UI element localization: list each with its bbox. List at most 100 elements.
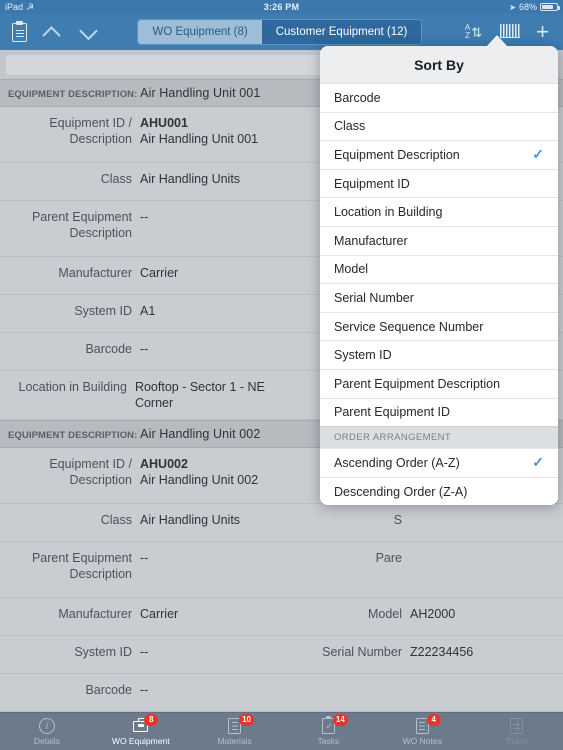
row-value: AHU002 Air Handling Unit 002 [140, 456, 258, 488]
table-icon [509, 717, 523, 735]
row-label: Parent Equipment Description [0, 550, 140, 582]
plus-icon[interactable]: + [532, 21, 553, 43]
row-value: -- [140, 210, 149, 224]
tab-label: WO Notes [402, 736, 442, 746]
table-row[interactable]: Class Air Handling Units S [0, 504, 563, 542]
sort-option-label: Parent Equipment Description [334, 376, 501, 391]
sort-option-serial-number[interactable]: Serial Number [320, 283, 558, 312]
row-value: Rooftop - Sector 1 - NE Corner [134, 380, 265, 410]
navigation-bar: WO Equipment (8) Customer Equipment (12)… [0, 14, 563, 50]
clipboard-check-icon: 14 [321, 714, 348, 735]
row-label: Manufacturer [58, 607, 132, 621]
table-row[interactable]: Barcode -- [0, 674, 563, 712]
order-option-label: Descending Order (Z-A) [334, 484, 468, 499]
sort-option-barcode[interactable]: Barcode [320, 83, 558, 112]
row-value: Air Handling Units [140, 513, 241, 527]
row-label: Parent Equipment Description [0, 209, 140, 241]
row-value: -- [140, 645, 149, 659]
row-right-cell: S [300, 512, 563, 528]
row-label-truncated: Pare [375, 551, 402, 565]
row-label-line2: Description [69, 226, 132, 240]
row-right-cell: Serial Number Z22234456 [300, 644, 563, 660]
tab-wo-notes[interactable]: 4 WO Notes [375, 713, 469, 750]
row-label: Equipment ID / Description [0, 456, 140, 488]
row-right-cell: Pare [300, 550, 563, 566]
row-label: Serial Number [322, 645, 402, 659]
tab-badge: 10 [239, 714, 254, 726]
chevron-up-icon[interactable] [42, 25, 61, 45]
sort-az-icon[interactable]: A Z ⇅ [459, 22, 488, 42]
group-header-label: EQUIPMENT DESCRIPTION: [8, 430, 138, 441]
row-left-cell: Location in Building Rooftop - Sector 1 … [0, 379, 300, 411]
row-label-truncated: S [393, 513, 402, 527]
row-left-cell: Manufacturer Carrier [0, 606, 300, 622]
sort-option-system-id[interactable]: System ID [320, 340, 558, 369]
row-value: A1 [140, 304, 156, 318]
table-row[interactable]: Parent Equipment Description -- Pare [0, 542, 563, 598]
tab-badge: 14 [332, 714, 348, 726]
sort-option-label: Serial Number [334, 290, 414, 305]
row-value: Air Handling Units [140, 172, 241, 186]
sort-option-manufacturer[interactable]: Manufacturer [320, 225, 558, 255]
row-left-cell: Equipment ID / Description AHU002 Air Ha… [0, 456, 300, 488]
group-header-label: EQUIPMENT DESCRIPTION: [8, 89, 138, 100]
location-arrow-icon: ➤ [509, 2, 516, 12]
clipboard-icon[interactable] [12, 20, 27, 42]
tab-wo-equipment[interactable]: 8 WO Equipment [94, 713, 188, 750]
sort-option-equipment-description[interactable]: Equipment Description ✓ [320, 140, 558, 169]
row-value-line2: Air Handling Unit 002 [140, 473, 259, 487]
row-label: System ID [74, 645, 132, 659]
sort-option-equipment-id[interactable]: Equipment ID [320, 168, 558, 198]
segment-wo-equipment[interactable]: WO Equipment (8) [138, 20, 262, 44]
row-value: AH2000 [410, 607, 456, 621]
popover-arrow [486, 35, 508, 47]
sort-option-label: Manufacturer [334, 233, 408, 248]
chevron-down-icon[interactable] [79, 21, 98, 40]
sort-option-class[interactable]: Class [320, 111, 558, 141]
sort-arrows-icon: ⇅ [471, 24, 483, 40]
row-label-line2: Description [69, 132, 132, 146]
tab-tasks[interactable]: 14 Tasks [281, 713, 375, 750]
tab-details[interactable]: i Details [0, 713, 94, 750]
row-left-cell: Parent Equipment Description -- [0, 209, 300, 241]
row-label: Equipment ID / Description [0, 115, 140, 147]
row-right-cell: Model AH2000 [300, 606, 563, 622]
order-option-label: Ascending Order (A-Z) [334, 455, 460, 470]
sort-option-model[interactable]: Model [320, 254, 558, 284]
sort-option-parent-equipment-description[interactable]: Parent Equipment Description [320, 368, 558, 398]
sort-option-service-sequence-number[interactable]: Service Sequence Number [320, 311, 558, 341]
checkmark-icon: ✓ [532, 454, 544, 471]
row-label-line1: Parent Equipment [31, 210, 132, 224]
row-label: System ID [74, 304, 132, 318]
row-value-line1: AHU002 [140, 457, 188, 471]
tab-label: WO Equipment [111, 736, 170, 746]
status-bar-time: 3:26 PM [263, 2, 300, 12]
tab-materials[interactable]: 10 Materials [188, 713, 282, 750]
sort-option-parent-equipment-id[interactable]: Parent Equipment ID [320, 397, 558, 427]
group-header-value: Air Handling Unit 001 [140, 86, 261, 100]
row-value: -- [140, 342, 149, 356]
row-left-cell: Equipment ID / Description AHU001 Air Ha… [0, 115, 300, 147]
table-row[interactable]: System ID -- Serial Number Z22234456 [0, 636, 563, 674]
order-option-ascending[interactable]: Ascending Order (A-Z) ✓ [320, 448, 558, 477]
tab-label: Materials [217, 736, 252, 746]
checkmark-icon: ✓ [532, 146, 544, 163]
order-option-descending[interactable]: Descending Order (Z-A) [320, 476, 558, 506]
row-left-cell: Parent Equipment Description -- [0, 550, 300, 582]
battery-percent: 68% [518, 2, 537, 12]
tab-label: Ticket [504, 736, 528, 746]
row-label: Class [100, 513, 132, 527]
segment-customer-equipment[interactable]: Customer Equipment (12) [261, 20, 422, 44]
equipment-segmented-control: WO Equipment (8) Customer Equipment (12) [137, 19, 423, 45]
row-left-cell: System ID A1 [0, 303, 300, 319]
notes-icon: 4 [415, 714, 441, 735]
sort-option-label: Location in Building [334, 205, 443, 220]
status-bar-right: ➤ 68% [509, 2, 560, 12]
sort-option-label: System ID [334, 348, 392, 363]
row-label: Class [100, 172, 132, 186]
sort-option-location-in-building[interactable]: Location in Building [320, 197, 558, 226]
order-arrangement-section-title: ORDER ARRANGEMENT [320, 426, 558, 449]
row-value: -- [140, 551, 149, 565]
battery-icon [540, 3, 560, 11]
table-row[interactable]: Manufacturer Carrier Model AH2000 [0, 598, 563, 636]
